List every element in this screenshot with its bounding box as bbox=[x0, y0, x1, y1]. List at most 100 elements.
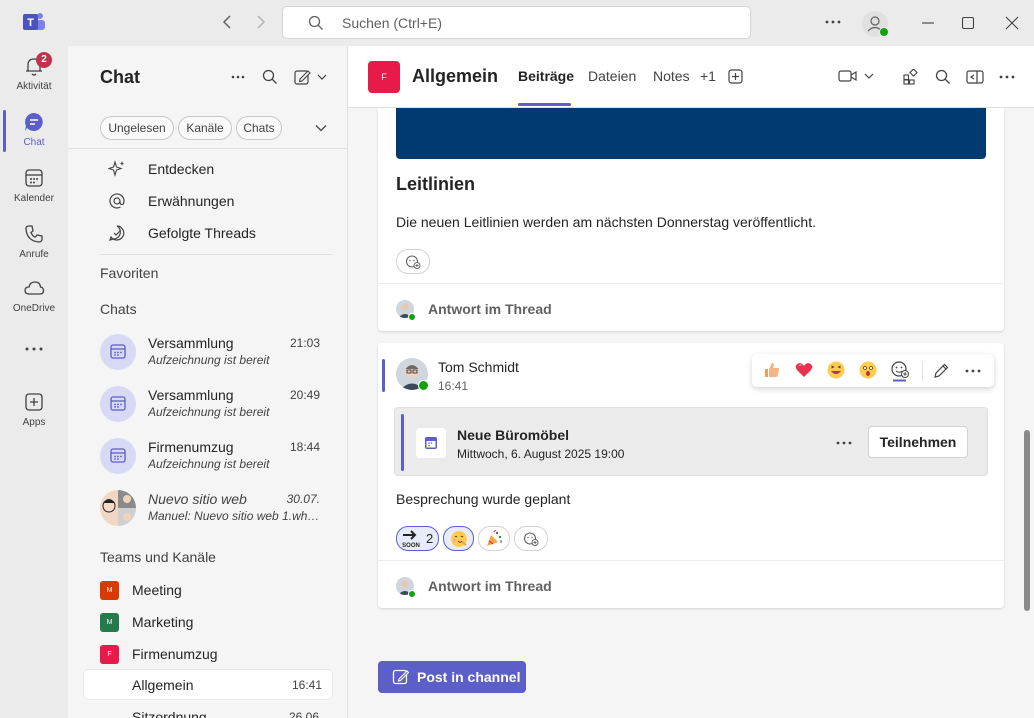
reaction-soon[interactable]: SOON 2 bbox=[396, 526, 439, 551]
meeting-avatar bbox=[100, 386, 136, 422]
like-reaction-button[interactable] bbox=[762, 360, 782, 380]
reaction-smile[interactable] bbox=[443, 526, 474, 551]
rail-item-calls[interactable]: Anrufe bbox=[0, 214, 68, 270]
channel-item-sitzordnung[interactable]: Sitzordnung 26.06. bbox=[84, 702, 332, 718]
back-arrow-icon[interactable] bbox=[220, 14, 234, 30]
more-options-icon[interactable] bbox=[231, 70, 245, 84]
team-avatar: M bbox=[100, 613, 119, 632]
search-placeholder: Suchen (Ctrl+E) bbox=[342, 15, 442, 31]
chat-item[interactable]: Nuevo sitio web Manuel: Nuevo sitio web … bbox=[68, 482, 348, 534]
author-name[interactable]: Tom Schmidt bbox=[438, 359, 519, 375]
team-item-firmenumzug[interactable]: F Firmenumzug bbox=[68, 638, 348, 670]
event-more-options-icon[interactable] bbox=[836, 437, 852, 449]
scrollbar-thumb[interactable] bbox=[1024, 430, 1030, 611]
chat-item[interactable]: Firmenumzug Aufzeichnung ist bereit 18:4… bbox=[68, 430, 348, 482]
search-icon[interactable] bbox=[935, 69, 951, 85]
svg-text:SOON: SOON bbox=[402, 543, 420, 549]
group-people-icon bbox=[100, 490, 136, 526]
profile-avatar[interactable] bbox=[862, 11, 889, 37]
more-options-icon[interactable] bbox=[965, 365, 981, 377]
channel-item-allgemein[interactable]: Allgemein 16:41 bbox=[84, 670, 332, 699]
heart-reaction-button[interactable] bbox=[794, 360, 814, 380]
nav-discover[interactable]: Entdecken bbox=[68, 153, 348, 185]
tab-files[interactable]: Dateien bbox=[588, 68, 636, 84]
rail-item-onedrive[interactable]: OneDrive bbox=[0, 268, 68, 324]
open-pane-icon[interactable] bbox=[966, 69, 984, 85]
chat-icon bbox=[25, 113, 43, 131]
section-chats[interactable]: Chats bbox=[100, 301, 137, 317]
more-apps-icon[interactable] bbox=[25, 346, 43, 352]
event-card[interactable]: Neue Büromöbel Mittwoch, 6. August 2025 … bbox=[394, 407, 988, 476]
close-icon[interactable] bbox=[1004, 15, 1020, 31]
add-reaction-button[interactable] bbox=[514, 526, 548, 551]
minimize-icon[interactable] bbox=[920, 15, 936, 31]
post-body: Die neuen Leitlinien werden am nächsten … bbox=[396, 214, 816, 230]
tab-posts[interactable]: Beiträge bbox=[518, 68, 574, 84]
tab-more[interactable]: +1 bbox=[700, 68, 716, 84]
forward-arrow-icon[interactable] bbox=[254, 14, 268, 30]
presence-available-icon bbox=[879, 27, 889, 37]
reply-in-thread[interactable]: Antwort im Thread bbox=[378, 283, 1004, 331]
rail-item-apps[interactable]: Apps bbox=[0, 382, 68, 438]
filter-channels[interactable]: Kanäle bbox=[178, 116, 232, 140]
new-chat-button[interactable] bbox=[294, 69, 330, 85]
compose-icon bbox=[392, 669, 410, 685]
add-tab-icon[interactable] bbox=[728, 69, 743, 84]
team-item-meeting[interactable]: M Meeting bbox=[68, 574, 348, 606]
more-reactions-button[interactable] bbox=[890, 360, 910, 382]
title-bar: T Suchen (Ctrl+E) bbox=[0, 0, 1034, 46]
nav-label: Gefolgte Threads bbox=[148, 225, 256, 241]
chat-preview: Aufzeichnung ist bereit bbox=[148, 457, 270, 471]
team-item-marketing[interactable]: M Marketing bbox=[68, 606, 348, 638]
tab-notes[interactable]: Notes bbox=[653, 68, 690, 84]
reaction-count: 2 bbox=[426, 531, 434, 546]
pane-title: Chat bbox=[100, 67, 140, 87]
calendar-icon bbox=[110, 344, 126, 359]
filter-unread[interactable]: Ungelesen bbox=[100, 116, 174, 140]
reply-in-thread[interactable]: Antwort im Thread bbox=[378, 560, 1004, 608]
toolbar-divider bbox=[922, 361, 923, 381]
video-call-button[interactable] bbox=[838, 68, 878, 84]
teams-logo-icon: T bbox=[22, 11, 46, 33]
cloud-icon bbox=[24, 281, 45, 295]
more-options-icon[interactable] bbox=[999, 70, 1015, 84]
nav-followed-threads[interactable]: Gefolgte Threads bbox=[68, 217, 348, 249]
surprised-reaction-button[interactable] bbox=[858, 360, 878, 380]
rail-item-activity[interactable]: 2 Aktivität bbox=[0, 46, 68, 102]
add-reaction-icon bbox=[405, 255, 421, 269]
post-in-channel-button[interactable]: Post in channel bbox=[378, 661, 526, 693]
rail-label-activity: Aktivität bbox=[16, 81, 52, 92]
pencil-icon bbox=[934, 363, 949, 378]
join-button[interactable]: Teilnehmen bbox=[868, 426, 968, 458]
maximize-icon[interactable] bbox=[960, 15, 976, 31]
laugh-reaction-button[interactable] bbox=[826, 360, 846, 380]
rail-item-chat[interactable]: Chat bbox=[0, 102, 68, 158]
section-teams-channels[interactable]: Teams und Kanäle bbox=[100, 549, 216, 565]
channel-header: F Allgemein Beiträge Dateien Notes +1 bbox=[348, 46, 1034, 108]
chat-item[interactable]: Versammlung Aufzeichnung ist bereit 21:0… bbox=[68, 326, 348, 378]
rail-item-calendar[interactable]: Kalender bbox=[0, 158, 68, 214]
nav-mentions[interactable]: Erwähnungen bbox=[68, 185, 348, 217]
filter-expand-chevron-icon[interactable] bbox=[314, 121, 328, 135]
rail-label-calendar: Kalender bbox=[13, 193, 55, 204]
presence-available-icon bbox=[408, 313, 416, 321]
edit-message-button[interactable] bbox=[932, 362, 950, 380]
apps-icon[interactable] bbox=[903, 69, 919, 85]
video-camera-icon bbox=[838, 70, 874, 82]
add-apps-icon bbox=[25, 393, 43, 411]
search-icon bbox=[308, 15, 324, 31]
filter-chats[interactable]: Chats bbox=[236, 116, 282, 140]
search-icon[interactable] bbox=[262, 69, 278, 85]
chat-item[interactable]: Versammlung Aufzeichnung ist bereit 20:4… bbox=[68, 378, 348, 430]
search-input[interactable]: Suchen (Ctrl+E) bbox=[282, 6, 751, 39]
post-card: Leitlinien Die neuen Leitlinien werden a… bbox=[378, 108, 1004, 331]
channel-name: Allgemein bbox=[132, 677, 194, 693]
channel-name: Sitzordnung bbox=[132, 709, 207, 718]
add-reaction-button[interactable] bbox=[396, 249, 430, 274]
reaction-party[interactable] bbox=[478, 526, 510, 551]
compose-icon bbox=[294, 70, 327, 85]
surprised-face-icon bbox=[859, 361, 877, 379]
more-options-icon[interactable] bbox=[825, 14, 841, 30]
section-favorites[interactable]: Favoriten bbox=[100, 265, 158, 281]
event-icon-tile bbox=[416, 428, 446, 458]
